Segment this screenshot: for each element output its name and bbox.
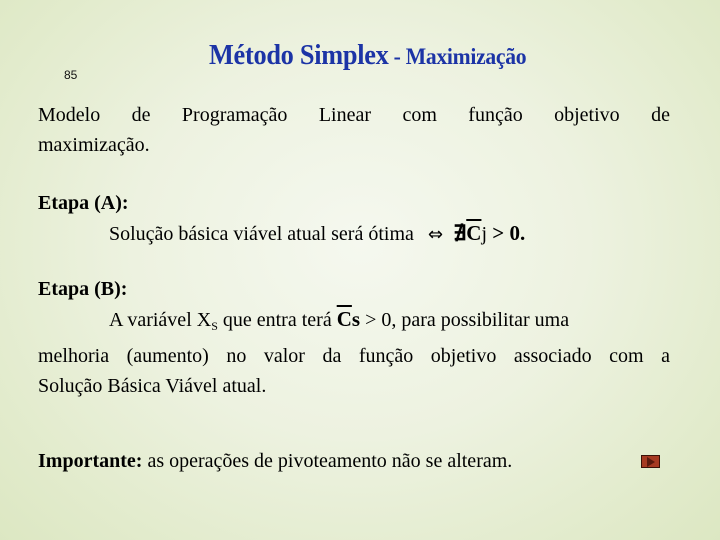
slide-number: 85 [64, 68, 78, 82]
stage-a-text: Solução básica viável atual será ótima [109, 223, 414, 245]
note-text: as operações de pivoteamento não se alte… [142, 450, 513, 472]
intro-word: Linear [318, 104, 372, 126]
next-slide-button[interactable] [641, 455, 660, 468]
note-label: Importante: [38, 450, 143, 472]
intro-word: de [131, 104, 151, 126]
slide-title: Método Simplex - Maximização [209, 40, 527, 72]
intro-word: Programação [181, 104, 288, 126]
reduced-cost-index: s [351, 307, 361, 331]
stage-a-heading: Etapa (A): [38, 192, 129, 214]
stage-b-word: valor [263, 345, 305, 367]
stage-b-word: com [609, 345, 644, 367]
stage-b-heading: Etapa (B): [38, 278, 128, 300]
intro-word: Modelo [38, 104, 101, 126]
intro-word: com [402, 104, 437, 126]
intro-line-2: maximização. [38, 134, 150, 156]
stage-b: Etapa (B): A variável XS que entra terá … [38, 274, 670, 401]
stage-b-text-after: > 0, para possibilitar uma [360, 309, 570, 331]
stage-a: Etapa (A): Solução básica viável atual s… [38, 188, 525, 250]
intro-word: de [651, 104, 670, 126]
stage-b-word: da [322, 345, 342, 367]
intro-word: função [468, 104, 523, 126]
stage-a-statement: Solução básica viável atual será ótima ⇔ ∄… [38, 218, 525, 250]
stage-b-text-mid: que entra terá [217, 309, 337, 331]
stage-b-word: a [661, 345, 670, 367]
reduced-cost-symbol: C [336, 307, 352, 331]
var-subscript: S [211, 319, 218, 333]
iff-icon: ⇔ [427, 224, 443, 245]
stage-b-word: no [226, 345, 247, 367]
intro-paragraph: Modelo de Programação Linear com função objeti… [38, 100, 670, 160]
stage-b-word: (aumento) [126, 345, 209, 367]
note: Importante: as operações de pivoteamento… [38, 446, 512, 476]
intro-line-1: Modelo de Programação Linear com função objeti… [38, 100, 670, 130]
stage-b-line-2: melhoria (aumento) no valor da função objetivo… [38, 341, 670, 371]
title-main: Método Simplex [209, 40, 389, 71]
stage-b-text-before: A variável X [109, 309, 212, 331]
stage-b-line-3: Solução Básica Viável atual. [38, 375, 267, 397]
not-exists-icon: ∄ [452, 221, 467, 245]
title-sub: - Maximização [388, 44, 527, 69]
reduced-cost-symbol: C [466, 221, 482, 245]
stage-b-line-1: A variável XS que entra terá Cs > 0, par… [38, 304, 670, 341]
intro-word: objetivo [554, 104, 620, 126]
zero-value: 0. [509, 221, 526, 245]
stage-b-word: objetivo [430, 345, 497, 367]
stage-b-word: função [358, 345, 414, 367]
stage-b-word: melhoria [38, 345, 110, 367]
relation: > [487, 221, 510, 245]
stage-b-word: associado [513, 345, 592, 367]
